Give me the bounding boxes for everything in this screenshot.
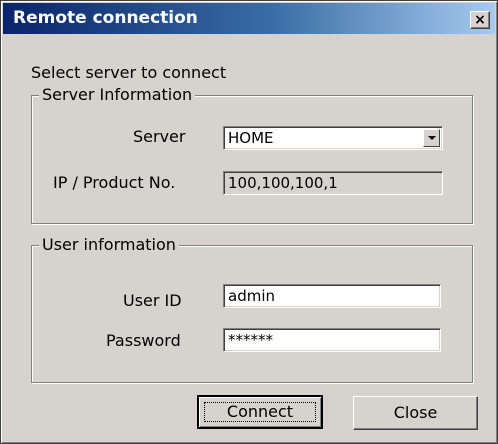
password-input[interactable]: ****** [223, 328, 441, 352]
server-select-value: HOME [228, 129, 274, 147]
user-information-legend: User information [39, 235, 179, 254]
user-id-label: User ID [123, 291, 182, 310]
remote-connection-dialog: Remote connection × Select server to con… [0, 0, 498, 444]
close-window-button[interactable]: × [470, 11, 490, 29]
server-information-group [31, 95, 473, 224]
server-information-legend: Server Information [39, 85, 196, 104]
server-label: Server [133, 127, 186, 146]
user-id-input[interactable]: admin [223, 284, 441, 308]
window-title: Remote connection [13, 8, 198, 28]
server-select[interactable]: HOME [223, 126, 443, 150]
focus-indicator [204, 402, 316, 422]
password-label: Password [106, 331, 181, 350]
ip-product-field: 100,100,100,1 [223, 171, 443, 195]
user-information-group [31, 245, 473, 383]
connect-button[interactable]: Connect [197, 395, 323, 429]
select-server-prompt: Select server to connect [31, 63, 227, 82]
close-button[interactable]: Close [353, 396, 478, 430]
chevron-down-icon[interactable] [423, 129, 440, 147]
ip-product-label: IP / Product No. [53, 173, 176, 192]
title-bar[interactable]: Remote connection × [3, 3, 495, 34]
